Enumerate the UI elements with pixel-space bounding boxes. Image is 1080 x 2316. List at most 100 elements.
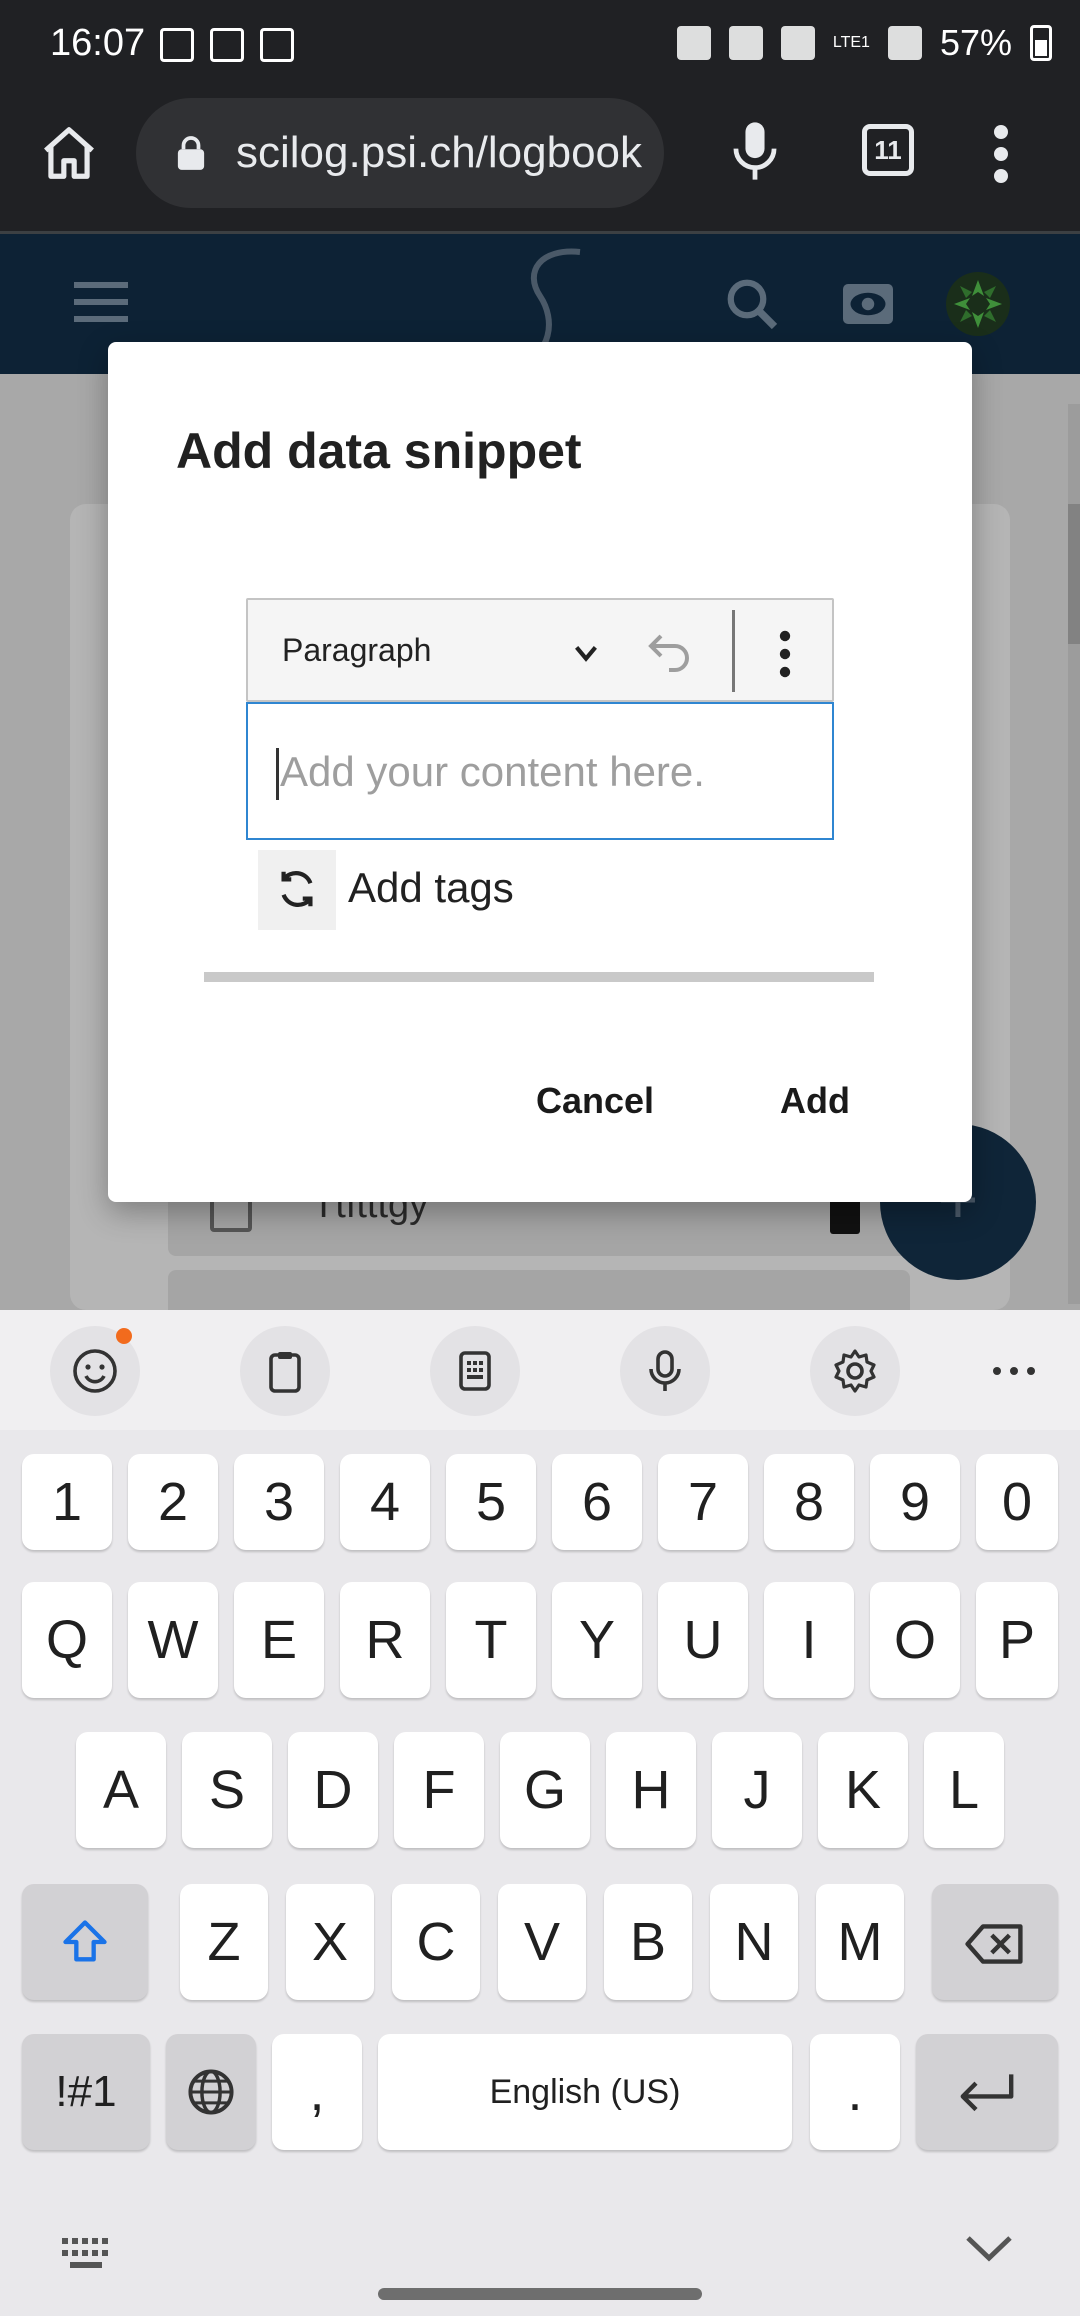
tab-switcher-button[interactable]: 11 xyxy=(862,124,914,176)
dialog-divider xyxy=(204,972,874,982)
status-bar: 16:07 LTE1 57% xyxy=(0,0,1080,92)
system-icons: LTE1 57% xyxy=(676,22,1052,64)
key[interactable]: L xyxy=(924,1732,1004,1848)
editor-placeholder: Add your content here. xyxy=(280,748,705,795)
key[interactable]: D xyxy=(288,1732,378,1848)
key[interactable]: I xyxy=(764,1582,854,1698)
key[interactable]: U xyxy=(658,1582,748,1698)
home-icon[interactable] xyxy=(38,122,100,184)
chevron-down-icon[interactable] xyxy=(964,2234,1014,2264)
key[interactable]: 2 xyxy=(128,1454,218,1550)
status-time: 16:07 xyxy=(50,22,146,64)
keyboard-switch-icon[interactable] xyxy=(62,2238,114,2268)
key[interactable]: Z xyxy=(180,1884,268,2000)
key[interactable]: 5 xyxy=(446,1454,536,1550)
clipboard-icon xyxy=(269,1352,301,1393)
comma-key[interactable]: , xyxy=(272,2034,362,2150)
user-avatar[interactable] xyxy=(946,272,1010,336)
gesture-navigation-bar[interactable] xyxy=(378,2288,702,2300)
toolbar-divider xyxy=(732,610,735,692)
mute-icon xyxy=(728,26,763,60)
voice-input-button[interactable] xyxy=(620,1326,710,1416)
hamburger-menu-icon[interactable] xyxy=(74,282,128,322)
search-icon[interactable] xyxy=(722,274,782,334)
emoji-button[interactable] xyxy=(50,1326,140,1416)
key[interactable]: J xyxy=(712,1732,802,1848)
key[interactable]: W xyxy=(128,1582,218,1698)
key[interactable]: X xyxy=(286,1884,374,2000)
key[interactable]: T xyxy=(446,1582,536,1698)
key[interactable]: M xyxy=(816,1884,904,2000)
space-bar[interactable]: English (US) xyxy=(378,2034,792,2150)
key[interactable]: 0 xyxy=(976,1454,1058,1550)
enter-key[interactable] xyxy=(916,2034,1058,2150)
clipboard-button[interactable] xyxy=(240,1326,330,1416)
key[interactable]: E xyxy=(234,1582,324,1698)
shift-key[interactable] xyxy=(22,1884,148,2000)
add-button[interactable]: Add xyxy=(780,1080,850,1122)
battery-icon xyxy=(1030,25,1052,61)
enter-icon xyxy=(960,2074,1014,2112)
content-editor[interactable]: Add your content here. xyxy=(246,702,834,840)
more-icon[interactable] xyxy=(990,1364,1038,1378)
key[interactable]: V xyxy=(498,1884,586,2000)
key[interactable]: 3 xyxy=(234,1454,324,1550)
more-options-icon[interactable] xyxy=(778,630,792,678)
key[interactable]: Q xyxy=(22,1582,112,1698)
key[interactable]: O xyxy=(870,1582,960,1698)
key[interactable]: 6 xyxy=(552,1454,642,1550)
keyboard-toolbar xyxy=(0,1310,1080,1430)
view-icon[interactable] xyxy=(838,274,898,334)
keypad-mode-button[interactable] xyxy=(430,1326,520,1416)
key[interactable]: 4 xyxy=(340,1454,430,1550)
recycle-icon xyxy=(676,26,711,60)
gallery-notification-icon xyxy=(160,28,194,62)
block-type-dropdown[interactable]: Paragraph xyxy=(282,632,431,669)
key[interactable]: N xyxy=(710,1884,798,2000)
key[interactable]: A xyxy=(76,1732,166,1848)
avatar-pattern-icon xyxy=(954,280,1002,328)
key[interactable]: K xyxy=(818,1732,908,1848)
browser-toolbar: scilog.psi.ch/logbook 11 xyxy=(0,92,1080,234)
key[interactable]: R xyxy=(340,1582,430,1698)
text-caret xyxy=(276,748,279,800)
add-snippet-dialog: Add data snippet Paragraph Add your cont… xyxy=(108,342,972,1202)
keypad-icon xyxy=(459,1351,491,1391)
symbols-key[interactable]: !#1 xyxy=(22,2034,150,2150)
key[interactable]: S xyxy=(182,1732,272,1848)
network-type: LTE1 xyxy=(832,34,870,51)
keyboard-keys: 1 2 3 4 5 6 7 8 9 0 Q W E R T Y U I O P … xyxy=(0,1430,1080,2316)
language-key[interactable] xyxy=(166,2034,256,2150)
key[interactable]: 8 xyxy=(764,1454,854,1550)
key[interactable]: F xyxy=(394,1732,484,1848)
voice-search-icon[interactable] xyxy=(730,120,780,182)
backspace-icon xyxy=(965,1924,1023,1964)
key[interactable]: 1 xyxy=(22,1454,112,1550)
browser-menu-icon[interactable] xyxy=(986,124,1016,184)
key[interactable]: P xyxy=(976,1582,1058,1698)
cancel-button[interactable]: Cancel xyxy=(536,1080,654,1122)
url-text: scilog.psi.ch/logbook xyxy=(236,128,643,177)
key[interactable]: 9 xyxy=(870,1454,960,1550)
signal-icon xyxy=(887,26,922,60)
key[interactable]: H xyxy=(606,1732,696,1848)
address-bar[interactable]: scilog.psi.ch/logbook xyxy=(136,98,664,208)
key[interactable]: Y xyxy=(552,1582,642,1698)
backspace-key[interactable] xyxy=(932,1884,1058,2000)
soft-keyboard: 1 2 3 4 5 6 7 8 9 0 Q W E R T Y U I O P … xyxy=(0,1310,1080,2316)
emoji-icon xyxy=(73,1349,117,1393)
key[interactable]: G xyxy=(500,1732,590,1848)
refresh-tags-button[interactable] xyxy=(258,850,336,930)
period-key[interactable]: . xyxy=(810,2034,900,2150)
undo-icon[interactable] xyxy=(644,630,694,674)
gmail-notification-icon xyxy=(260,28,294,62)
key[interactable]: C xyxy=(392,1884,480,2000)
add-tags-label[interactable]: Add tags xyxy=(348,864,514,912)
dialog-title: Add data snippet xyxy=(176,423,582,479)
scrollbar-thumb xyxy=(1068,504,1080,644)
keyboard-settings-button[interactable] xyxy=(810,1326,900,1416)
key[interactable]: 7 xyxy=(658,1454,748,1550)
chevron-down-icon[interactable] xyxy=(570,638,602,668)
key[interactable]: B xyxy=(604,1884,692,2000)
shift-icon xyxy=(63,1920,107,1962)
